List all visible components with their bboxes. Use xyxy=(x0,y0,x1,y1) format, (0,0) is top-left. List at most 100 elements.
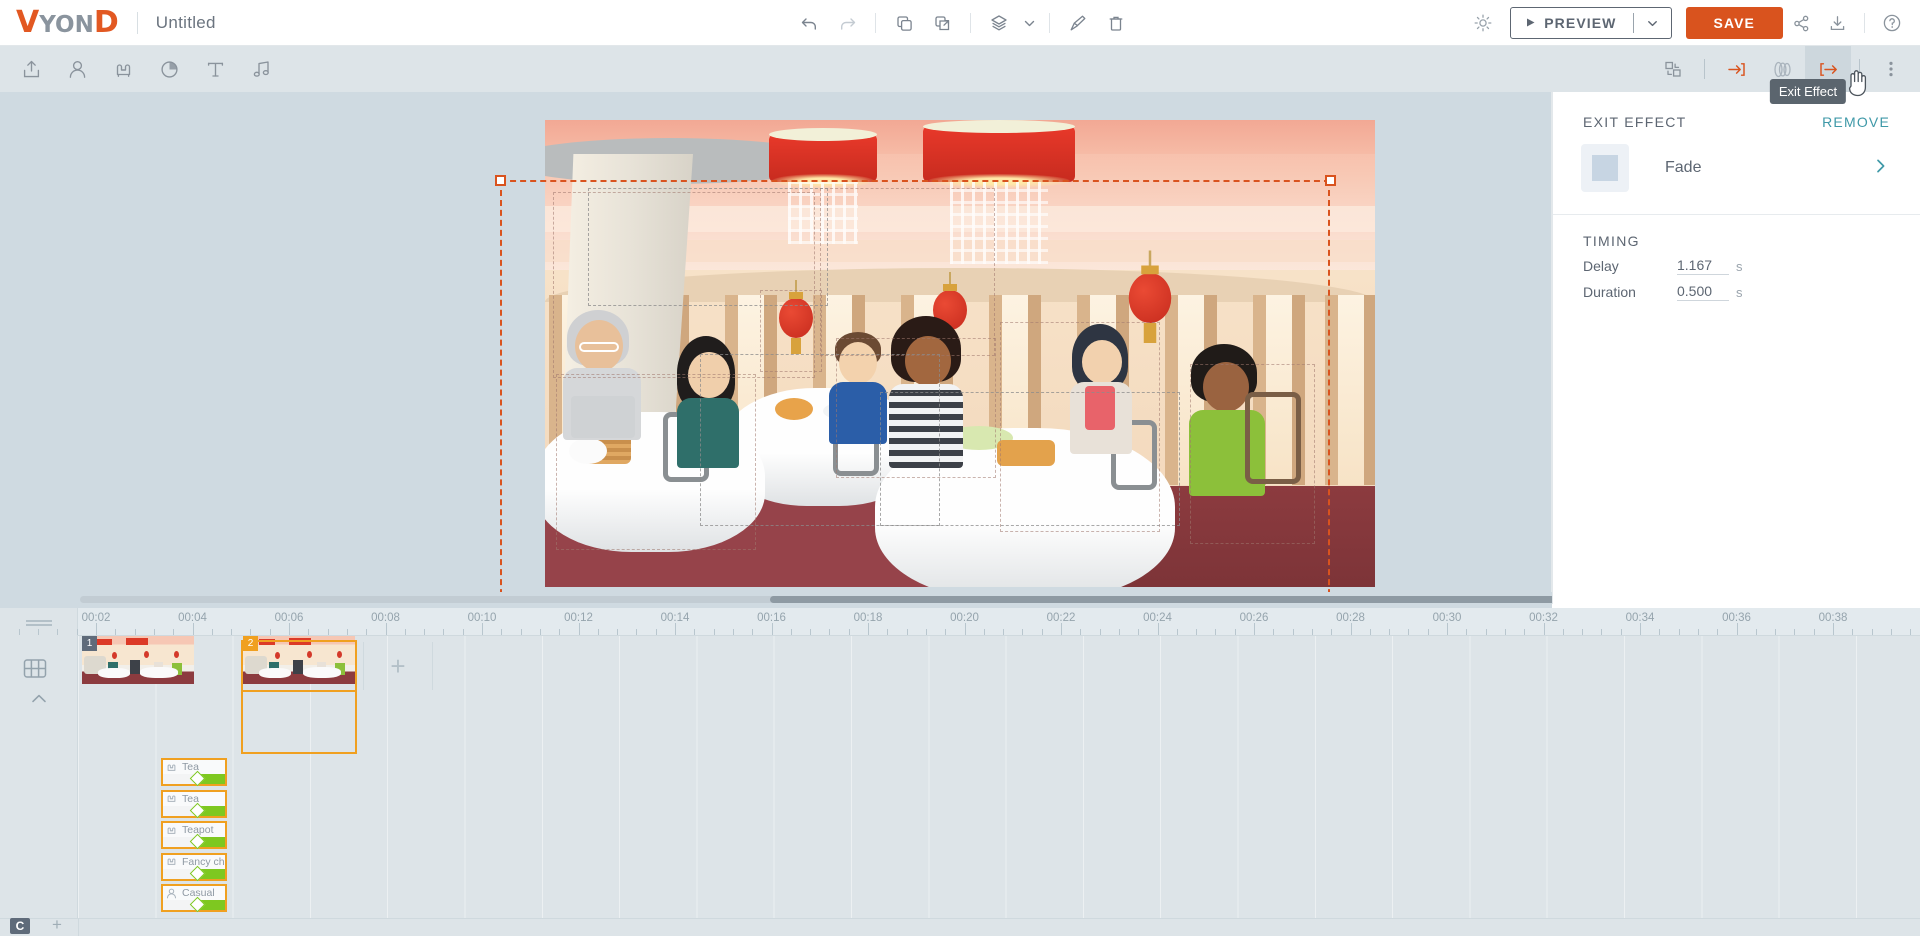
ruler-tick-major xyxy=(482,623,483,635)
preview-button[interactable]: PREVIEW xyxy=(1510,7,1671,39)
save-button[interactable]: SAVE xyxy=(1686,7,1784,39)
ruler-tick-minor xyxy=(328,629,329,635)
swap-icon[interactable] xyxy=(1650,46,1696,92)
character-icon[interactable] xyxy=(54,46,100,92)
ruler-tick-minor xyxy=(1486,629,1487,635)
ruler-tick-minor xyxy=(443,629,444,635)
add-scene-button[interactable]: + xyxy=(363,642,433,690)
ruler-tick-minor xyxy=(829,629,830,635)
delay-input[interactable]: 1.167 xyxy=(1677,257,1729,275)
ruler-tick-major xyxy=(772,623,773,635)
preview-label-group[interactable]: PREVIEW xyxy=(1511,8,1632,38)
layer-track-bar-row[interactable] xyxy=(163,869,225,879)
format-painter-button[interactable] xyxy=(1059,0,1097,46)
ruler-tick-minor xyxy=(1138,629,1139,635)
timeline-body: 1 2 xyxy=(0,636,1920,918)
ruler-tick-minor xyxy=(1582,629,1583,635)
ruler-tick-minor xyxy=(1698,629,1699,635)
duration-input[interactable]: 0.500 xyxy=(1677,283,1729,301)
ruler-tick-label: 00:12 xyxy=(564,612,593,624)
camera-button[interactable]: C xyxy=(10,918,30,934)
copy-button[interactable] xyxy=(885,0,923,46)
ruler-tick-minor xyxy=(559,629,560,635)
asset-toolbar-left xyxy=(8,46,284,92)
duration-unit: s xyxy=(1736,285,1743,300)
layer-track-bar-row[interactable] xyxy=(163,774,225,784)
help-button[interactable] xyxy=(1874,0,1910,46)
collapse-timeline-caret[interactable] xyxy=(30,692,48,710)
undo-button[interactable] xyxy=(790,0,828,46)
upload-icon[interactable] xyxy=(8,46,54,92)
ruler-tick-minor xyxy=(57,629,58,635)
ruler-tick-major xyxy=(579,623,580,635)
ruler-tick-major xyxy=(868,623,869,635)
redo-button[interactable] xyxy=(828,0,866,46)
selection-handle-top-right[interactable] xyxy=(1325,175,1336,186)
layers-button[interactable] xyxy=(980,0,1018,46)
settings-button[interactable] xyxy=(1464,0,1502,46)
layer-track-header: Fancy cha xyxy=(163,855,225,869)
effect-selector-row[interactable]: Fade xyxy=(1553,130,1920,192)
scenes-grid-icon[interactable] xyxy=(22,656,48,687)
ruler-tick-minor xyxy=(270,629,271,635)
timeline-left-gutter xyxy=(0,636,78,918)
chevron-right-icon[interactable] xyxy=(1872,157,1890,180)
enter-effect-icon[interactable] xyxy=(1713,46,1759,92)
ruler-tick-minor xyxy=(1505,629,1506,635)
text-icon[interactable] xyxy=(192,46,238,92)
timing-row-duration: Duration 0.500 s xyxy=(1553,275,1920,301)
ruler-tick-minor xyxy=(308,629,309,635)
top-center-toolbar xyxy=(790,0,1135,46)
layer-track-bar-row[interactable] xyxy=(163,837,225,847)
layer-track[interactable]: Tea xyxy=(161,758,227,786)
pendant-lamp-1 xyxy=(769,134,877,182)
ruler-tick-minor xyxy=(1042,629,1043,635)
selection-handle-top-left[interactable] xyxy=(495,175,506,186)
scene-stage[interactable] xyxy=(545,120,1375,587)
document-title[interactable]: Untitled xyxy=(156,13,216,33)
ruler-tick-minor xyxy=(1196,629,1197,635)
scene-thumbnail-1[interactable]: 1 xyxy=(82,636,194,684)
timeline-ruler[interactable]: 00:0200:0400:0600:0800:1000:1200:1400:16… xyxy=(0,608,1920,636)
ruler-tick-minor xyxy=(1428,629,1429,635)
layers-dropdown-caret[interactable] xyxy=(1018,0,1040,46)
timing-title: TIMING xyxy=(1553,215,1920,249)
preview-dropdown-caret[interactable] xyxy=(1634,8,1671,38)
timeline-scrollbar-thumb[interactable] xyxy=(770,596,1630,603)
layer-track[interactable]: Teapot xyxy=(161,821,227,849)
delete-button[interactable] xyxy=(1097,0,1135,46)
layer-track-bar-row[interactable] xyxy=(163,900,225,910)
ruler-tick-minor xyxy=(1119,629,1120,635)
timing-row-delay: Delay 1.167 s xyxy=(1553,249,1920,275)
effect-name: Fade xyxy=(1665,159,1872,177)
share-button[interactable] xyxy=(1783,0,1819,46)
remove-effect-link[interactable]: REMOVE xyxy=(1822,114,1890,130)
layer-track-bar-row[interactable] xyxy=(163,806,225,816)
ruler-tick-label: 00:02 xyxy=(82,612,111,624)
vyond-logo[interactable]: VYOND xyxy=(16,8,119,38)
preview-text: PREVIEW xyxy=(1544,15,1616,31)
chart-icon[interactable] xyxy=(146,46,192,92)
asset-toolbar-divider-2 xyxy=(1859,59,1860,79)
download-button[interactable] xyxy=(1819,0,1855,46)
bottom-bar-divider xyxy=(78,918,79,936)
ruler-tick-minor xyxy=(521,629,522,635)
food-back-1 xyxy=(775,398,813,420)
ruler-tick-label: 00:18 xyxy=(854,612,883,624)
ruler-tick-minor xyxy=(791,629,792,635)
timeline-lanes[interactable]: 1 2 xyxy=(78,636,1920,918)
audio-icon[interactable] xyxy=(238,46,284,92)
timeline-scrollbar-track[interactable] xyxy=(80,596,1540,603)
layer-track[interactable]: Tea xyxy=(161,790,227,818)
prop-icon[interactable] xyxy=(100,46,146,92)
layer-track[interactable]: Casual xyxy=(161,884,227,912)
drag-grip-icon[interactable] xyxy=(26,618,52,626)
ruler-tick-label: 00:30 xyxy=(1433,612,1462,624)
chair-4 xyxy=(1245,392,1301,484)
canvas-area[interactable] xyxy=(0,92,1552,604)
ruler-tick-minor xyxy=(1601,629,1602,635)
duplicate-button[interactable] xyxy=(923,0,961,46)
add-camera-button[interactable]: + xyxy=(52,915,62,935)
layer-track[interactable]: Fancy cha xyxy=(161,853,227,881)
more-options-icon[interactable] xyxy=(1868,46,1914,92)
